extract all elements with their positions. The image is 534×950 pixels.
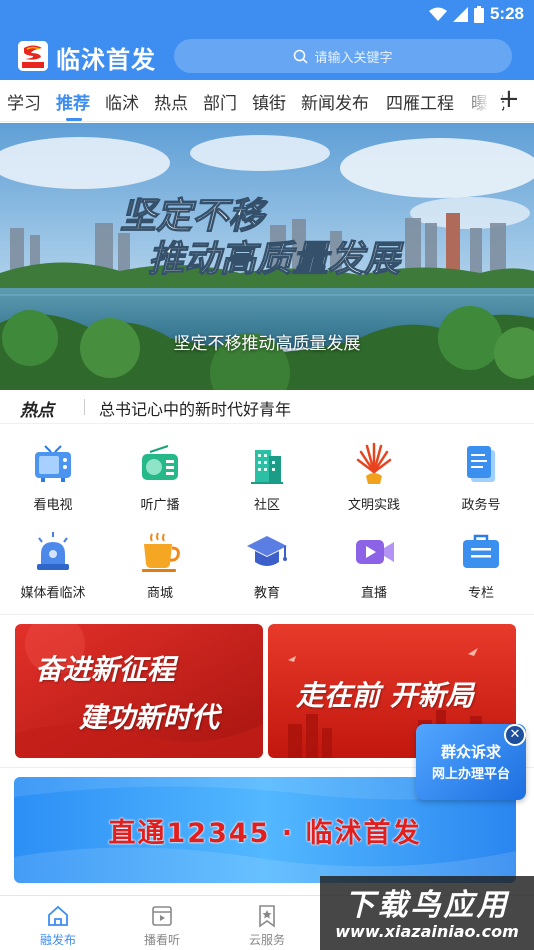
battery-icon (473, 5, 484, 23)
app-logo[interactable] (18, 41, 48, 71)
alarm-light-icon (37, 532, 69, 570)
grid-item-mall[interactable]: 商城 (107, 530, 213, 601)
tv-icon (35, 445, 71, 482)
grid-label: 文明实践 (347, 498, 400, 513)
hot-tag: 热点 (20, 401, 54, 421)
nav-label: 云服务 (248, 933, 285, 947)
float-ad-line2: 网上办理平台 (431, 767, 510, 782)
search-placeholder: 请输入关键字 (314, 50, 393, 66)
app-title: 临沭首发 (56, 46, 156, 74)
status-icons: 5:28 (428, 4, 524, 24)
tab-press-release[interactable]: 新闻发布 (301, 89, 369, 114)
signal-icon (452, 6, 468, 22)
tab-recommend[interactable]: 推荐 (56, 89, 90, 114)
nav-label: 融发布 (39, 933, 76, 947)
promo-background (15, 624, 263, 758)
hotline-text: 直通12345 · 临沭首发 (108, 818, 422, 849)
tab-towns[interactable]: 镇街 (252, 89, 286, 114)
document-icon (467, 446, 495, 482)
banner-caption: 坚定不移推动高质量发展 (173, 334, 361, 354)
tab-four-geese[interactable]: 四雁工程 (386, 89, 454, 114)
grid-label: 专栏 (467, 586, 494, 601)
hot-headline[interactable]: 总书记心中的新时代好青年 (99, 396, 291, 420)
nav-item-release[interactable]: 融发布 (13, 904, 103, 948)
grid-label: 社区 (253, 498, 280, 513)
grid-label: 教育 (253, 586, 280, 601)
hot-divider (84, 399, 85, 415)
divider (0, 614, 534, 615)
watermark-main: 下载鸟应用 (344, 888, 510, 923)
film-icon (152, 906, 172, 926)
hero-banner[interactable]: 坚定不移 推动高质量发展 坚定不移推动高质量发展 (0, 123, 534, 390)
civilization-emblem-icon (356, 442, 392, 484)
promo-line2: 建功新时代 (79, 701, 220, 734)
grid-label: 听广播 (140, 498, 180, 513)
promo-line1: 走在前 开新局 (296, 679, 474, 712)
grid-item-live[interactable]: 直播 (321, 530, 427, 601)
grid-label: 政务号 (461, 498, 501, 513)
wifi-icon (428, 7, 447, 21)
grid-item-gov-account[interactable]: 政务号 (428, 442, 534, 513)
grid-item-community[interactable]: 社区 (214, 442, 320, 513)
hot-news-bar[interactable]: 热点 总书记心中的新时代好青年 (0, 390, 534, 424)
grid-item-tv[interactable]: 看电视 (0, 442, 106, 513)
tab-departments[interactable]: 部门 (203, 89, 237, 114)
building-icon (251, 450, 283, 484)
channel-tabs: 学习 推荐 临沭 热点 部门 镇街 新闻发布 四雁工程 曝光 + (0, 80, 534, 122)
grid-item-media-linshu[interactable]: 媒体看临沭 (0, 530, 106, 601)
nav-item-watch-listen[interactable]: 播看听 (117, 904, 207, 948)
watermark-url: www.xiazainiao.com (335, 922, 519, 941)
grid-item-radio[interactable]: 听广播 (107, 442, 213, 513)
status-time: 5:28 (489, 4, 524, 23)
tab-hotspot[interactable]: 热点 (154, 89, 188, 114)
nav-label: 播看听 (143, 933, 180, 947)
app-header: 临沭首发 请输入关键字 (0, 30, 534, 80)
tab-linshu[interactable]: 临沭 (105, 89, 139, 114)
status-bar: 5:28 (0, 0, 534, 30)
cup-icon (142, 532, 180, 572)
active-tab-indicator (66, 118, 82, 121)
float-ad-line1: 群众诉求 (440, 743, 501, 761)
radio-icon (142, 445, 178, 480)
promo-line1: 奋进新征程 (35, 653, 176, 686)
grid-label: 媒体看临沭 (20, 586, 86, 601)
search-input[interactable]: 请输入关键字 (174, 39, 512, 73)
banner-headline-line1: 坚定不移 (120, 196, 268, 237)
grid-item-column[interactable]: 专栏 (428, 530, 534, 601)
grid-label: 商城 (146, 586, 173, 601)
grid-label: 直播 (360, 586, 387, 601)
home-icon (48, 905, 68, 926)
tab-study[interactable]: 学习 (7, 89, 41, 114)
briefcase-icon (463, 534, 499, 568)
tabs-fade (462, 80, 502, 121)
logo-emblem-icon (18, 41, 48, 71)
graduation-cap-icon (247, 536, 287, 566)
nav-item-cloud-service[interactable]: 云服务 (222, 904, 312, 948)
grid-item-education[interactable]: 教育 (214, 530, 320, 601)
search-icon (294, 49, 309, 64)
banner-headline-line2: 推动高质量发展 (148, 239, 404, 280)
grid-label: 看电视 (33, 498, 73, 513)
close-icon[interactable]: ✕ (504, 724, 526, 746)
video-camera-icon (356, 540, 394, 564)
star-bookmark-icon (259, 905, 275, 928)
grid-item-civilization[interactable]: 文明实践 (321, 442, 427, 513)
function-grid: 看电视 听广播 社区 文明实践 政务号 媒体看临沭 商城 教育 直播 专栏 (0, 424, 534, 614)
promo-card-new-journey[interactable]: 奋进新征程 建功新时代 (15, 624, 263, 758)
add-channel-icon[interactable]: + (498, 84, 520, 114)
site-watermark: 下载鸟应用 www.xiazainiao.com (320, 876, 534, 950)
